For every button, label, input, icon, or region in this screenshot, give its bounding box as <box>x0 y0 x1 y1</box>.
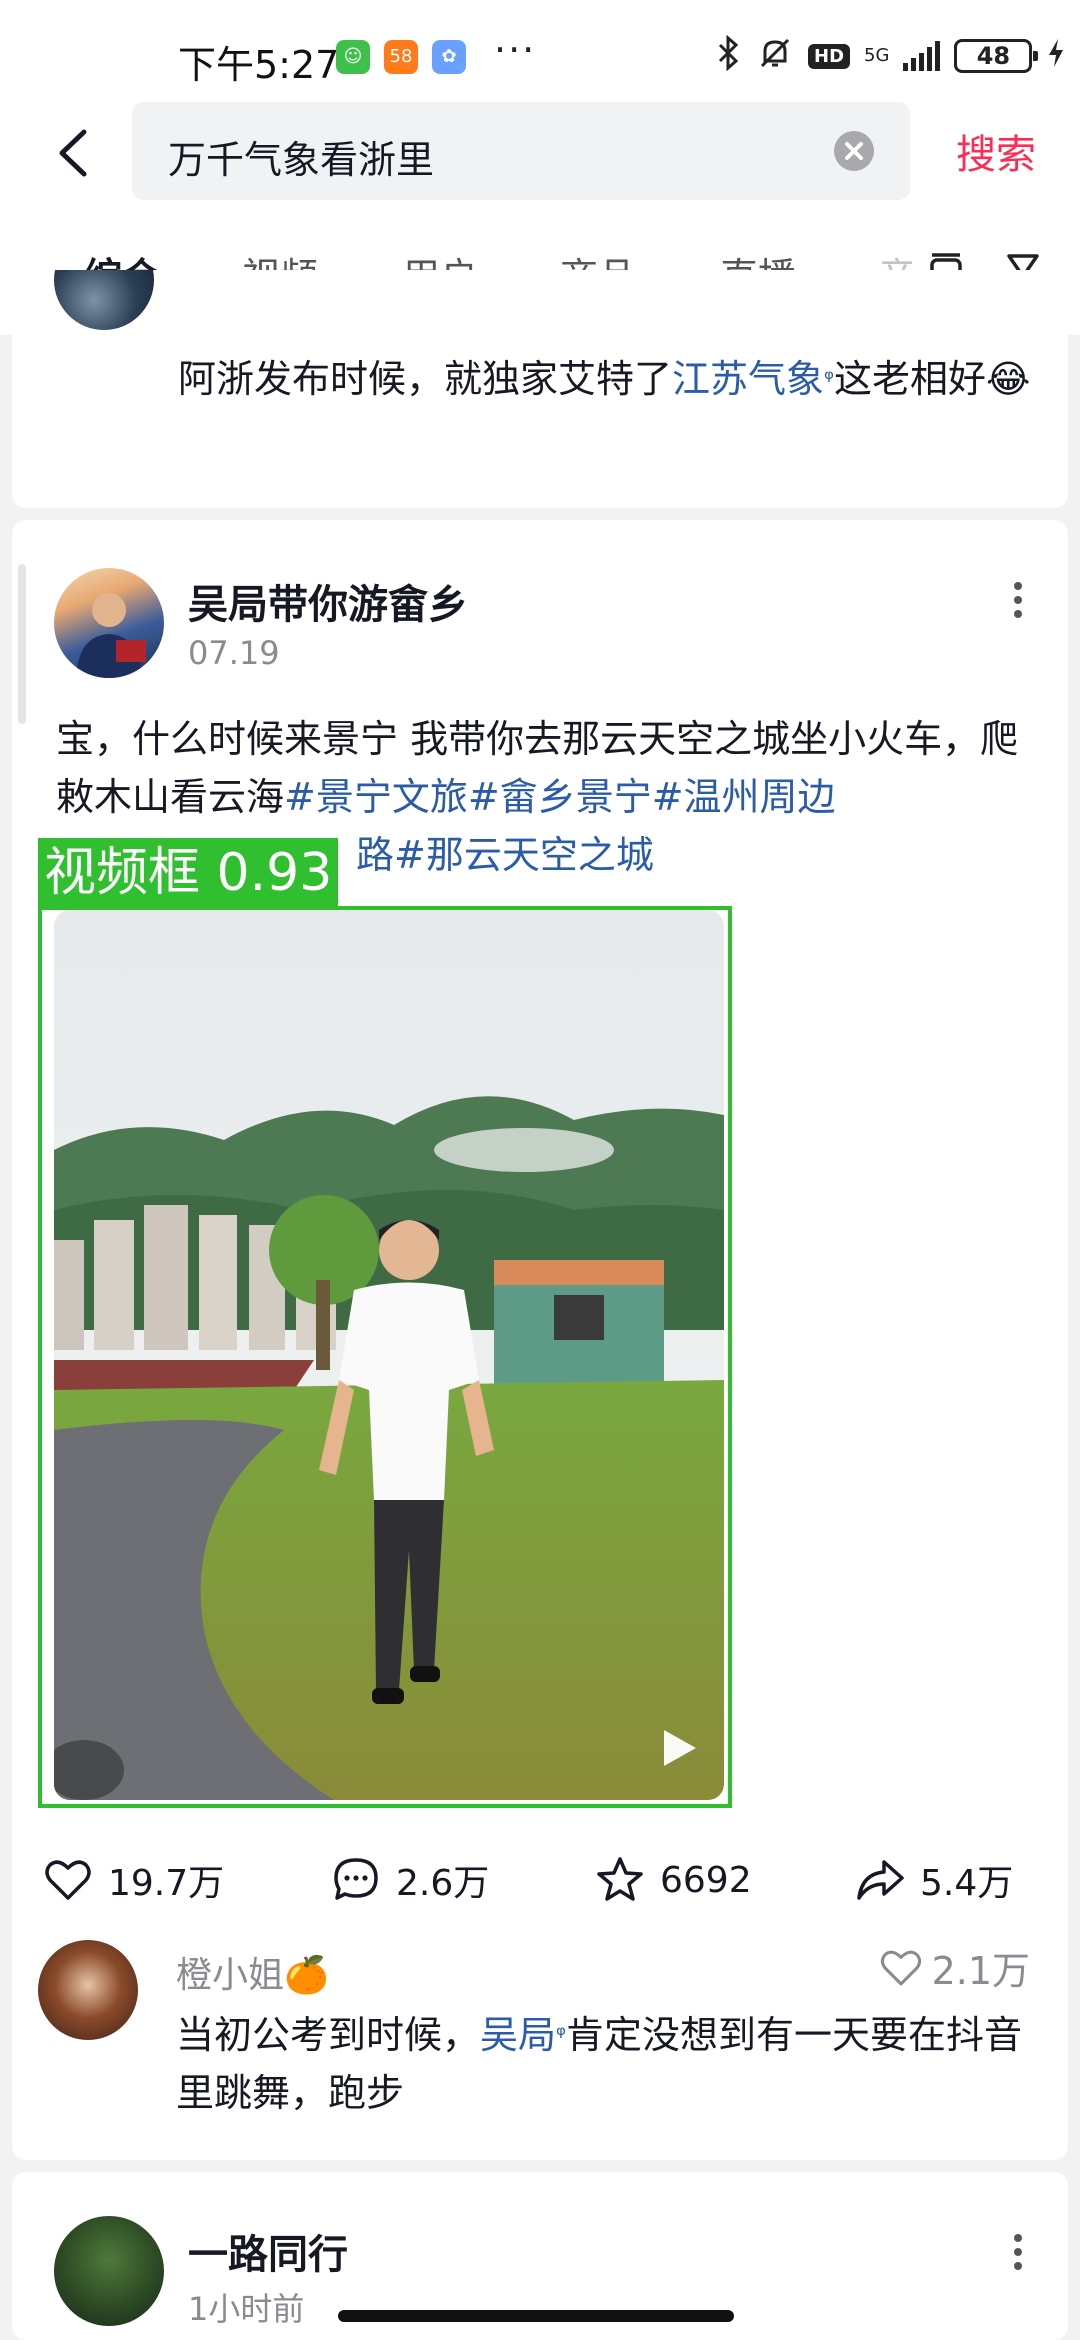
hashtag[interactable]: 路 <box>356 833 394 877</box>
more-vertical-icon <box>1014 582 1022 618</box>
mute-bell-icon <box>756 34 794 79</box>
status-right: HD 5G 48 <box>716 34 1066 78</box>
status-bar: 下午5:27 ☺ 58 ✿ ··· HD 5G 48 <box>0 0 1080 110</box>
comment-like-button[interactable]: 2.1万 <box>878 1940 1030 1995</box>
share-count: 5.4万 <box>920 1863 1014 1904</box>
hashtag[interactable]: #那云天空之城 <box>394 833 654 877</box>
more-notifications-icon: ··· <box>494 28 537 72</box>
author-name[interactable]: 吴局带你游畲乡 <box>188 572 468 630</box>
search-input[interactable]: 万千气象看浙里 <box>132 102 910 200</box>
heart-icon <box>880 1950 921 1985</box>
battery-icon: 48 <box>954 39 1039 73</box>
favorite-count: 6692 <box>660 1859 752 1901</box>
author-avatar[interactable] <box>54 568 164 678</box>
comment-like-count: 2.1万 <box>931 1949 1030 1993</box>
like-count: 19.7万 <box>108 1863 225 1904</box>
post-stats: 19.7万 2.6万 6692 5.4万 <box>12 1840 1068 1920</box>
comment-count: 2.6万 <box>396 1863 490 1904</box>
charging-icon <box>1046 37 1066 76</box>
like-button[interactable]: 19.7万 <box>42 1854 224 1906</box>
search-small-icon: ᵠ <box>556 2021 567 2049</box>
comment-button[interactable]: 2.6万 <box>330 1854 489 1906</box>
back-arrow-icon <box>59 129 87 177</box>
search-query[interactable]: 万千气象看浙里 <box>168 129 434 184</box>
hashtag[interactable]: #景宁文旅 <box>284 775 468 819</box>
58-app-icon: 58 <box>384 40 418 74</box>
wechat-icon: ☺ <box>336 40 370 74</box>
more-options-button[interactable] <box>1012 576 1024 624</box>
favorite-button[interactable]: 6692 <box>594 1854 752 1906</box>
star-icon <box>597 1857 643 1901</box>
share-icon <box>857 1860 904 1900</box>
heart-icon <box>45 1860 91 1900</box>
commenter-name[interactable]: 橙小姐🍊 <box>176 1946 329 1998</box>
signal-icon <box>903 41 941 71</box>
network-type: 5G <box>864 45 890 66</box>
detection-box <box>38 906 732 1808</box>
hashtag[interactable]: #温州周边 <box>652 775 836 819</box>
post-date: 1小时前 <box>188 2290 305 2328</box>
detection-label: 视频框 0.93 <box>38 838 339 908</box>
back-button[interactable] <box>46 118 106 188</box>
mention-link[interactable]: 江苏气象 <box>672 357 824 401</box>
clear-search-button[interactable] <box>834 131 874 171</box>
scrollbar[interactable] <box>18 564 26 724</box>
share-button[interactable]: 5.4万 <box>854 1854 1013 1906</box>
search-header: 万千气象看浙里 搜索 <box>0 100 1080 210</box>
author-avatar[interactable] <box>54 2216 164 2326</box>
post-date: 07.19 <box>188 634 280 672</box>
search-button[interactable]: 搜索 <box>956 122 1036 180</box>
post-card: 吴局带你游畲乡 07.19 宝，什么时候来景宁 我带你去那云天空之城坐小火车，爬… <box>12 520 1068 2160</box>
comment-icon <box>334 1858 378 1900</box>
comment-text: 当初公考到时候，吴局ᵠ肯定没想到有一天要在抖音里跳舞，跑步 <box>176 2013 1023 2115</box>
more-options-button[interactable] <box>1012 2228 1024 2276</box>
home-indicator[interactable] <box>338 2310 734 2322</box>
cloud-app-icon: ✿ <box>432 40 466 74</box>
avatar[interactable] <box>54 270 154 330</box>
search-small-icon: ᵠ <box>824 365 835 393</box>
close-icon <box>845 142 863 160</box>
battery-level: 48 <box>976 42 1011 70</box>
previous-comment-text: 阿浙发布时候，就独家艾特了江苏气象ᵠ这老相好😂 <box>178 357 1031 401</box>
hd-badge: HD <box>808 43 851 69</box>
bluetooth-icon <box>716 34 742 78</box>
previous-comment-card: 阿浙发布时候，就独家艾特了江苏气象ᵠ这老相好😂 <box>12 270 1068 508</box>
status-time: 下午5:27 <box>178 43 340 87</box>
mention-link[interactable]: 吴局 <box>480 2013 556 2057</box>
author-name[interactable]: 一路同行 <box>188 2222 348 2280</box>
hashtag[interactable]: #畲乡景宁 <box>468 775 652 819</box>
more-vertical-icon <box>1014 2234 1022 2270</box>
commenter-avatar[interactable] <box>38 1940 138 2040</box>
